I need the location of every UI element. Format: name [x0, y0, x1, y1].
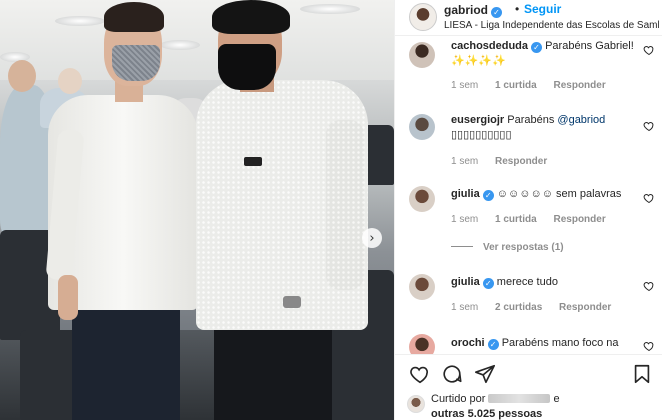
post-header: gabriod ✓ • Seguir LIESA - Liga Independe…	[395, 0, 662, 36]
heart-icon[interactable]	[643, 44, 655, 56]
post-actions: Curtido por e outras 5.025 pessoas	[395, 354, 662, 420]
liked-by-prefix: Curtido por	[431, 393, 486, 405]
wristwatch	[283, 296, 301, 308]
comment-body: Parabéns mano foco na	[501, 337, 619, 349]
chevron-right-icon: ›	[369, 230, 375, 246]
commenter-avatar[interactable]	[409, 114, 435, 140]
verified-badge-icon: ✓	[482, 190, 494, 201]
liked-by-summary: Curtido por e outras 5.025 pessoas	[431, 392, 656, 420]
ceiling-lamp	[160, 40, 200, 50]
reply-button[interactable]: Responder	[559, 302, 611, 313]
comment-meta: 1 sem 1 curtida Responder	[451, 80, 620, 91]
heart-icon[interactable]	[643, 120, 655, 132]
reply-button[interactable]: Responder	[553, 80, 605, 91]
blurred-username[interactable]	[488, 394, 551, 403]
mention-link[interactable]: @gabriod	[557, 114, 605, 126]
hair	[104, 2, 164, 32]
view-replies-button[interactable]: Ver respostas (1)	[451, 242, 564, 253]
commenter-avatar[interactable]	[409, 274, 435, 300]
liked-by-others-count[interactable]: outras 5.025 pessoas	[431, 408, 542, 420]
post-side-panel: gabriod ✓ • Seguir LIESA - Liga Independe…	[394, 0, 662, 420]
commenter-username[interactable]: eusergiojr	[451, 114, 504, 126]
grey-face-mask	[112, 45, 160, 81]
comment-meta: 1 sem Responder	[451, 156, 561, 167]
reply-button[interactable]: Responder	[553, 214, 605, 225]
comment-meta: 1 sem 2 curtidas Responder	[451, 302, 625, 313]
author-username[interactable]: gabriod	[444, 3, 488, 17]
post-photo[interactable]: ›	[0, 0, 394, 420]
comment-likes[interactable]: 1 curtida	[495, 214, 537, 225]
bookmark-icon[interactable]	[631, 363, 653, 385]
comment-time[interactable]: 1 sem	[451, 80, 478, 91]
pocket-item	[244, 157, 262, 166]
view-replies-label: Ver respostas (1)	[483, 242, 564, 253]
comment-text: cachosdeduda ✓ Parabéns Gabriel! ✨✨✨✨	[451, 39, 637, 69]
commenter-username[interactable]: orochi	[451, 337, 485, 349]
post-location[interactable]: LIESA - Liga Independente das Escolas de…	[444, 20, 659, 31]
follow-button[interactable]: Seguir	[524, 2, 561, 16]
comment-body: ☺☺☺☺☺ sem palavras	[496, 188, 622, 200]
comment-text: orochi ✓ Parabéns mano foco na	[451, 336, 637, 351]
trousers	[72, 300, 180, 420]
background-person-head	[58, 68, 82, 94]
comment-bubble-icon[interactable]	[441, 363, 463, 385]
commenter-username[interactable]: cachosdeduda	[451, 40, 528, 52]
comment-time[interactable]: 1 sem	[451, 302, 478, 313]
like-heart-icon[interactable]	[409, 363, 431, 385]
comment-likes[interactable]: 2 curtidas	[495, 302, 542, 313]
comment-meta: 1 sem 1 curtida Responder	[451, 214, 620, 225]
comment-text: eusergiojr Parabéns @gabriod ▯▯▯▯▯▯▯▯▯▯	[451, 113, 637, 143]
hand	[58, 275, 78, 320]
separator-dot: •	[515, 2, 520, 16]
commenter-username[interactable]: giulia	[451, 276, 480, 288]
heart-icon[interactable]	[643, 192, 655, 204]
ceiling-lamp	[55, 16, 105, 26]
comment-body: Parabéns	[507, 114, 558, 126]
verified-badge-icon: ✓	[531, 42, 543, 53]
commenter-avatar[interactable]	[409, 42, 435, 68]
share-send-icon[interactable]	[474, 363, 496, 385]
comment-likes[interactable]: 1 curtida	[495, 80, 537, 91]
background-person-head	[8, 60, 36, 92]
comment-body: merece tudo	[496, 276, 558, 288]
comment-text: giulia ✓ merece tudo	[451, 275, 637, 290]
liker-avatar[interactable]	[407, 395, 425, 413]
comments-list[interactable]: cachosdeduda ✓ Parabéns Gabriel! ✨✨✨✨ 1 s…	[395, 36, 662, 354]
arm	[326, 120, 364, 290]
verified-badge-icon: ✓	[482, 278, 494, 289]
heart-icon[interactable]	[643, 340, 655, 352]
hair	[212, 0, 290, 34]
commenter-avatar[interactable]	[409, 186, 435, 212]
liked-by-conjunction: e	[553, 393, 560, 405]
carousel-next-button[interactable]: ›	[362, 228, 382, 248]
comment-time[interactable]: 1 sem	[451, 156, 478, 167]
trousers	[214, 320, 332, 420]
author-avatar[interactable]	[409, 3, 437, 31]
verified-badge-icon: ✓	[491, 7, 502, 18]
heart-icon[interactable]	[643, 280, 655, 292]
comment-body-end: ▯▯▯▯▯▯▯▯▯▯	[451, 129, 512, 141]
author-username-row[interactable]: gabriod ✓	[444, 3, 502, 18]
comment-time[interactable]: 1 sem	[451, 214, 478, 225]
black-face-mask	[218, 44, 276, 90]
comment-text: giulia ✓ ☺☺☺☺☺ sem palavras	[451, 187, 637, 202]
ceiling-lamp	[300, 4, 360, 14]
commenter-username[interactable]: giulia	[451, 188, 480, 200]
replies-divider-line	[451, 246, 473, 247]
verified-badge-icon: ✓	[487, 339, 499, 350]
reply-button[interactable]: Responder	[495, 156, 547, 167]
commenter-avatar[interactable]	[409, 334, 435, 354]
